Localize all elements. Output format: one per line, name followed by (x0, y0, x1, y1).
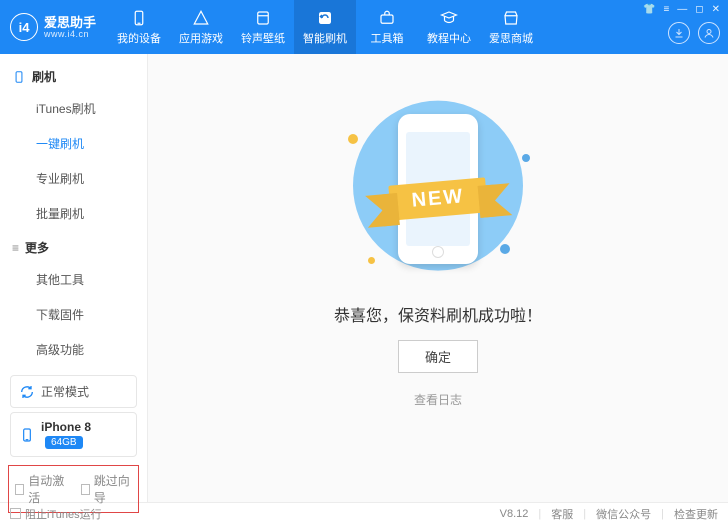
tab-my-device[interactable]: 我的设备 (108, 0, 170, 54)
tab-label: 智能刷机 (303, 30, 347, 46)
sidebar: 刷机 iTunes刷机 一键刷机 专业刷机 批量刷机 ≡ 更多 其他工具 下载固… (0, 54, 148, 502)
device-info[interactable]: iPhone 8 64GB (10, 412, 137, 457)
tab-label: 教程中心 (427, 30, 471, 46)
minimize-icon[interactable]: — (677, 4, 687, 15)
sidebar-item-download-firmware[interactable]: 下载固件 (0, 297, 147, 332)
mode-label: 正常模式 (41, 383, 89, 400)
tab-flash[interactable]: 智能刷机 (294, 0, 356, 54)
sidebar-item-pro-flash[interactable]: 专业刷机 (0, 161, 147, 196)
success-message: 恭喜您，保资料刷机成功啦！ (334, 302, 542, 326)
support-link[interactable]: 客服 (551, 506, 573, 522)
chk-label: 阻止iTunes运行 (25, 506, 102, 522)
device-mode[interactable]: 正常模式 (10, 375, 137, 408)
tab-label: 应用游戏 (179, 30, 223, 46)
ok-button[interactable]: 确定 (398, 340, 478, 373)
section-title: 刷机 (32, 68, 56, 85)
sidebar-item-advanced[interactable]: 高级功能 (0, 332, 147, 367)
user-icon[interactable] (698, 22, 720, 44)
device-name: iPhone 8 (41, 420, 91, 434)
checkbox-skip-guide[interactable]: 跳过向导 (81, 472, 133, 506)
sidebar-item-itunes-flash[interactable]: iTunes刷机 (0, 91, 147, 126)
sidebar-section-more[interactable]: ≡ 更多 (0, 231, 147, 262)
wechat-link[interactable]: 微信公众号 (596, 506, 651, 522)
chk-label: 自动激活 (28, 472, 66, 506)
main-content: NEW 恭喜您，保资料刷机成功啦！ 确定 查看日志 (148, 54, 728, 502)
tab-label: 工具箱 (371, 30, 404, 46)
tab-tutorials[interactable]: 教程中心 (418, 0, 480, 54)
success-illustration: NEW (328, 94, 548, 284)
refresh-icon (19, 384, 35, 400)
menu-icon[interactable]: ≡ (663, 4, 669, 15)
tab-label: 铃声壁纸 (241, 30, 285, 46)
checkbox-prevent-itunes[interactable]: 阻止iTunes运行 (10, 506, 102, 522)
logo-icon: i4 (10, 13, 38, 41)
app-logo: i4 爱思助手 www.i4.cn (10, 13, 96, 41)
tab-label: 爱思商城 (489, 30, 533, 46)
skin-icon[interactable]: 👕 (643, 4, 655, 15)
version-label: V8.12 (500, 508, 529, 520)
tab-apps[interactable]: 应用游戏 (170, 0, 232, 54)
tab-label: 我的设备 (117, 30, 161, 46)
tab-store[interactable]: 爱思商城 (480, 0, 542, 54)
section-title: 更多 (25, 239, 49, 256)
checkbox-auto-activate[interactable]: 自动激活 (15, 472, 67, 506)
sidebar-item-batch-flash[interactable]: 批量刷机 (0, 196, 147, 231)
check-update-link[interactable]: 检查更新 (674, 506, 718, 522)
app-title: 爱思助手 (44, 16, 96, 29)
tab-ringtones[interactable]: 铃声壁纸 (232, 0, 294, 54)
device-storage-badge: 64GB (45, 436, 83, 449)
sidebar-item-oneclick-flash[interactable]: 一键刷机 (0, 126, 147, 161)
download-icon[interactable] (668, 22, 690, 44)
maximize-icon[interactable]: ◻ (695, 4, 703, 15)
sidebar-section-flash[interactable]: 刷机 (0, 60, 147, 91)
tab-toolbox[interactable]: 工具箱 (356, 0, 418, 54)
phone-icon (19, 427, 35, 443)
chk-label: 跳过向导 (94, 472, 132, 506)
app-subtitle: www.i4.cn (44, 29, 96, 39)
close-icon[interactable]: ✕ (712, 4, 720, 15)
view-log-link[interactable]: 查看日志 (414, 391, 462, 408)
sidebar-item-other-tools[interactable]: 其他工具 (0, 262, 147, 297)
